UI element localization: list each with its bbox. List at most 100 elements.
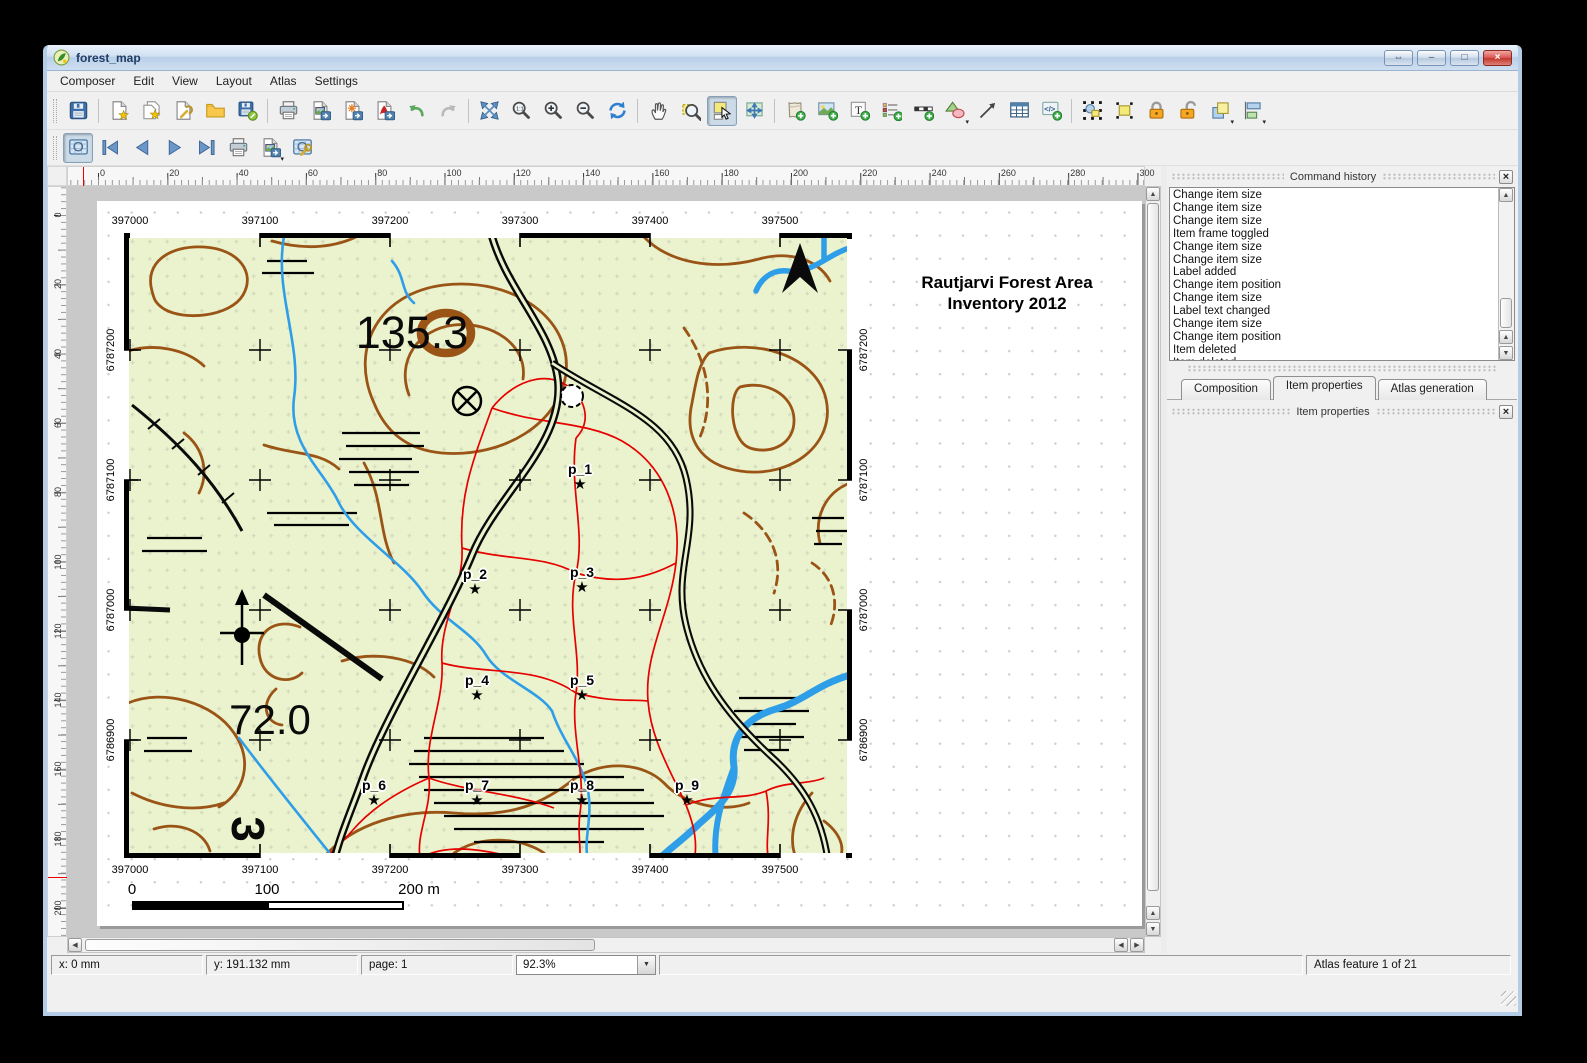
tab-item-properties[interactable]: Item properties [1273,376,1376,400]
export-as-svg-button[interactable] [337,96,367,126]
export-atlas-as-image-button[interactable]: ▾ [255,133,285,163]
print-button[interactable] [273,96,303,126]
splitter-dots[interactable] [1187,365,1497,372]
canvas-vertical-scrollbar[interactable]: ▲ ▲ ▼ [1145,186,1161,937]
canvas-horizontal-scrollbar[interactable]: ◀ ◀ ▶ [67,937,1145,953]
scroll-down-icon[interactable]: ▼ [1499,346,1513,360]
history-scroll-thumb[interactable] [1500,298,1512,328]
toolbar-drag-handle[interactable] [53,136,57,160]
resize-grip[interactable] [1501,991,1516,1006]
vertical-scroll-thumb[interactable] [1147,203,1159,891]
composition-canvas[interactable]: 135.3 72.0 3 ★p_1★p_2★p_3★p_4★p_5★p_6★p_… [67,186,1145,937]
menu-composer[interactable]: Composer [51,72,124,90]
last-feature-button[interactable] [191,133,221,163]
duplicate-composition-button[interactable] [136,96,166,126]
titlebar[interactable]: forest_map ⇔–□× [47,45,1518,71]
refresh-view-button[interactable] [602,96,632,126]
menu-view[interactable]: View [163,72,207,90]
horizontal-scroll-thumb[interactable] [85,939,595,951]
scroll-right-icon[interactable]: ▶ [1130,938,1144,952]
export-as-image-button[interactable] [305,96,335,126]
history-item[interactable]: Label text changed [1173,305,1511,318]
zoom-level-combo[interactable]: 92.3% ▼ [516,955,656,975]
history-scrollbar[interactable]: ▲ ▲ ▼ [1498,188,1514,360]
menu-atlas[interactable]: Atlas [261,72,306,90]
scroll-up-icon[interactable]: ▲ [1146,187,1160,201]
add-legend-button[interactable] [876,96,906,126]
first-feature-button[interactable] [95,133,125,163]
composition-manager-button[interactable] [168,96,198,126]
menu-layout[interactable]: Layout [207,72,261,90]
map-item[interactable]: 135.3 72.0 3 ★p_1★p_2★p_3★p_4★p_5★p_6★p_… [124,233,852,858]
tab-composition[interactable]: Composition [1181,379,1271,400]
zoom-region-button[interactable] [675,96,705,126]
history-item[interactable]: Item frame toggled [1173,228,1511,241]
scroll-up-icon[interactable]: ▲ [1499,330,1513,344]
select-move-item-button[interactable] [707,96,737,126]
history-item[interactable]: Change item position [1173,279,1511,292]
menu-settings[interactable]: Settings [306,72,367,90]
zoom-full-button[interactable] [474,96,504,126]
scroll-down-icon[interactable]: ▼ [1146,922,1160,936]
add-new-map-button[interactable] [780,96,810,126]
print-atlas-button[interactable] [223,133,253,163]
zoom-out-button[interactable] [570,96,600,126]
previous-feature-button[interactable] [127,133,157,163]
maximize-button[interactable]: □ [1450,50,1479,66]
raise-items-button[interactable]: ▾ [1205,96,1235,126]
history-item[interactable]: Change item size [1173,215,1511,228]
map-title-item[interactable]: Rautjarvi Forest Area Inventory 2012 [895,272,1119,314]
close-icon[interactable]: × [1499,405,1513,419]
history-item[interactable]: Change item size [1173,292,1511,305]
history-item[interactable]: Change item position [1173,331,1511,344]
history-item[interactable]: Change item size [1173,189,1511,202]
lock-items-button[interactable] [1141,96,1171,126]
export-as-pdf-button[interactable] [369,96,399,126]
scroll-up-icon[interactable]: ▲ [1499,188,1513,202]
dropdown-arrow-icon[interactable]: ▾ [280,155,284,163]
dropdown-arrow-icon[interactable]: ▾ [1262,118,1266,126]
command-history-dock-title[interactable]: Command history × [1167,168,1517,185]
pan-button[interactable] [643,96,673,126]
scroll-left-icon[interactable]: ◀ [1114,938,1128,952]
chevron-down-icon[interactable]: ▼ [637,956,655,974]
ungroup-items-button[interactable] [1109,96,1139,126]
add-shape-button[interactable]: ▾ [940,96,970,126]
atlas-settings-button[interactable] [287,133,317,163]
add-image-button[interactable] [812,96,842,126]
preview-atlas-button[interactable] [63,133,93,163]
load-from-template-button[interactable] [200,96,230,126]
redo-button[interactable] [433,96,463,126]
move-item-content-button[interactable] [739,96,769,126]
close-button[interactable]: × [1483,50,1512,66]
history-item[interactable]: Change item size [1173,241,1511,254]
tab-atlas-generation[interactable]: Atlas generation [1378,379,1487,400]
close-icon[interactable]: × [1499,170,1513,184]
history-item[interactable]: Item deleted [1173,344,1511,357]
save-project-button[interactable] [63,96,93,126]
unlock-items-button[interactable] [1173,96,1203,126]
history-item[interactable]: Label added [1173,266,1511,279]
menu-edit[interactable]: Edit [124,72,163,90]
minimize-button[interactable]: – [1417,50,1446,66]
dropdown-arrow-icon[interactable]: ▾ [1230,118,1234,126]
group-items-button[interactable] [1077,96,1107,126]
command-history-list[interactable]: Change item sizeChange item sizeChange i… [1169,187,1515,361]
zoom-actual-size-button[interactable]: 1:1 [506,96,536,126]
align-items-button[interactable]: ▾ [1237,96,1267,126]
save-as-template-button[interactable] [232,96,262,126]
dropdown-arrow-icon[interactable]: ▾ [965,118,969,126]
new-composition-button[interactable] [104,96,134,126]
add-html-frame-button[interactable]: </> [1036,96,1066,126]
history-item[interactable]: Change item size [1173,318,1511,331]
undo-button[interactable] [401,96,431,126]
toolbar-drag-handle[interactable] [53,99,57,123]
item-properties-dock-title[interactable]: Item properties × [1167,403,1517,420]
add-arrow-button[interactable] [972,96,1002,126]
history-item[interactable]: Change item size [1173,254,1511,267]
next-feature-button[interactable] [159,133,189,163]
history-item[interactable]: Item deleted [1173,357,1511,361]
scroll-left-icon[interactable]: ◀ [68,938,82,952]
add-label-button[interactable]: T [844,96,874,126]
history-item[interactable]: Change item size [1173,202,1511,215]
